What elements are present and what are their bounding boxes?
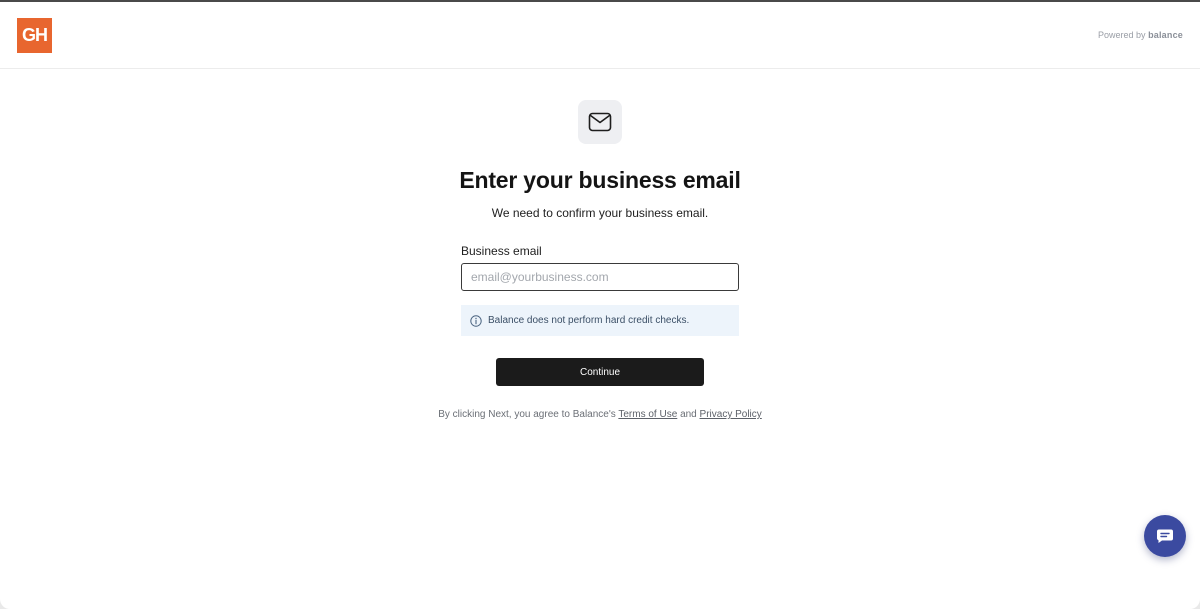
page-frame: GH Powered by balance Enter your busines… [0,0,1200,609]
legal-and: and [680,409,697,420]
email-field-label: Business email [461,244,542,258]
legal-prefix: By clicking Next, you agree to Balance's [438,409,616,420]
top-bar: GH Powered by balance [0,2,1200,69]
continue-button[interactable]: Continue [496,358,704,386]
notice-text: Balance does not perform hard credit che… [488,315,690,326]
email-field[interactable] [461,263,739,291]
chat-launcher-button[interactable] [1144,515,1186,557]
terms-of-use-link[interactable]: Terms of Use [618,409,677,420]
mail-icon [588,112,612,132]
chat-icon [1157,529,1173,543]
company-logo: GH [17,18,52,53]
info-icon [470,314,482,327]
powered-by-prefix: Powered by [1098,30,1146,40]
mail-icon-tile [578,100,622,144]
privacy-policy-link[interactable]: Privacy Policy [700,409,762,420]
balance-brand-logo: balance [1148,30,1183,40]
page-subtitle: We need to confirm your business email. [491,206,709,220]
page-title: Enter your business email [459,167,741,193]
credit-check-notice: Balance does not perform hard credit che… [461,305,739,336]
powered-by: Powered by balance [1098,30,1183,40]
legal-text: By clicking Next, you agree to Balance's… [0,409,1200,420]
